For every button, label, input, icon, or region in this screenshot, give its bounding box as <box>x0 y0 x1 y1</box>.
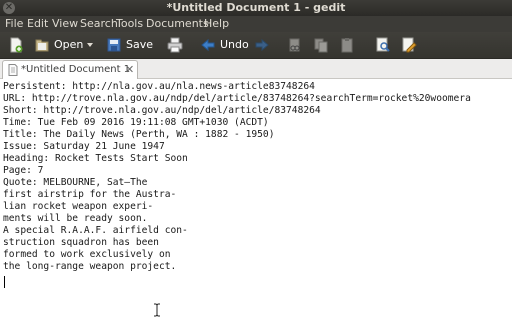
document-line: struction squadron has been <box>3 237 159 248</box>
undo-arrow-icon <box>201 38 215 52</box>
document-line: Heading: Rocket Tests Start Soon <box>3 153 188 164</box>
tab-untitled-document-1[interactable]: *Untitled Document 1 ✕ <box>2 60 138 79</box>
save-icon <box>107 38 121 52</box>
copy-button[interactable] <box>310 35 332 55</box>
undo-button[interactable]: Undo <box>198 35 250 55</box>
save-label: Save <box>126 38 154 51</box>
copy-icon <box>314 38 328 53</box>
document-line: Persistent: http://nla.gov.au/nla.news-a… <box>3 81 315 92</box>
open-label: Open <box>54 38 84 51</box>
paste-button[interactable] <box>336 35 358 55</box>
cut-button[interactable] <box>284 35 306 55</box>
document-line: Page: 7 <box>3 165 44 176</box>
replace-button[interactable] <box>398 35 420 55</box>
redo-button[interactable] <box>252 35 274 55</box>
text-editor-area[interactable]: Persistent: http://nla.gov.au/nla.news-a… <box>0 79 512 320</box>
menu-view[interactable]: View <box>52 17 78 30</box>
document-line: lian rocket weapon experi- <box>3 201 154 212</box>
replace-pencil-icon <box>402 37 417 53</box>
close-tab-icon[interactable]: ✕ <box>125 63 134 76</box>
chevron-down-icon <box>87 43 93 47</box>
menu-file[interactable]: File <box>5 17 23 30</box>
menu-edit[interactable]: Edit <box>27 17 48 30</box>
document-line: formed to work exclusively on <box>3 249 171 260</box>
open-folder-icon <box>35 39 49 52</box>
ibeam-cursor-icon <box>154 303 160 317</box>
find-button[interactable] <box>372 35 394 55</box>
redo-arrow-icon <box>255 38 269 52</box>
menu-search[interactable]: Search <box>80 17 118 30</box>
window-titlebar: ✕ *Untitled Document 1 - gedit <box>0 0 512 16</box>
new-document-button[interactable] <box>6 35 28 55</box>
paste-clipboard-icon <box>341 38 353 53</box>
document-line: URL: http://trove.nla.gov.au/ndp/del/art… <box>3 93 471 104</box>
window-title: *Untitled Document 1 - gedit <box>166 1 346 14</box>
menu-documents[interactable]: Documents <box>146 17 209 30</box>
open-recent-dropdown[interactable] <box>86 35 96 55</box>
document-line: Quote: MELBOURNE, Sat—The <box>3 177 148 188</box>
document-tab-bar: *Untitled Document 1 ✕ <box>0 59 512 79</box>
document-line: ments will be ready soon. <box>3 213 148 224</box>
scissors-icon <box>289 38 300 52</box>
save-button[interactable]: Save <box>104 35 156 55</box>
document-line: A special R.A.A.F. airfield con- <box>3 225 188 236</box>
toolbar: Open Save Undo <box>0 32 512 59</box>
document-icon <box>8 64 18 76</box>
document-line: the long-range weapon project. <box>3 261 177 272</box>
text-cursor <box>4 276 5 288</box>
tab-label: *Untitled Document 1 <box>21 64 131 75</box>
open-button[interactable]: Open <box>32 35 94 55</box>
document-line: Time: Tue Feb 09 2016 19:11:08 GMT+1030 … <box>3 117 269 128</box>
printer-icon <box>167 37 183 53</box>
document-line: Short: http://trove.nla.gov.au/ndp/del/a… <box>3 105 321 116</box>
new-document-icon <box>10 37 23 53</box>
find-magnifier-icon <box>376 37 390 52</box>
document-line: Issue: Saturday 21 June 1947 <box>3 141 165 152</box>
print-button[interactable] <box>164 35 186 55</box>
undo-label: Undo <box>220 38 249 51</box>
menu-tools[interactable]: Tools <box>116 17 143 30</box>
document-line: Title: The Daily News (Perth, WA : 1882 … <box>3 129 275 140</box>
document-line: first airstrip for the Austra- <box>3 189 177 200</box>
menu-help[interactable]: Help <box>204 17 229 30</box>
menu-bar: File Edit View Search Tools Documents He… <box>0 16 512 32</box>
